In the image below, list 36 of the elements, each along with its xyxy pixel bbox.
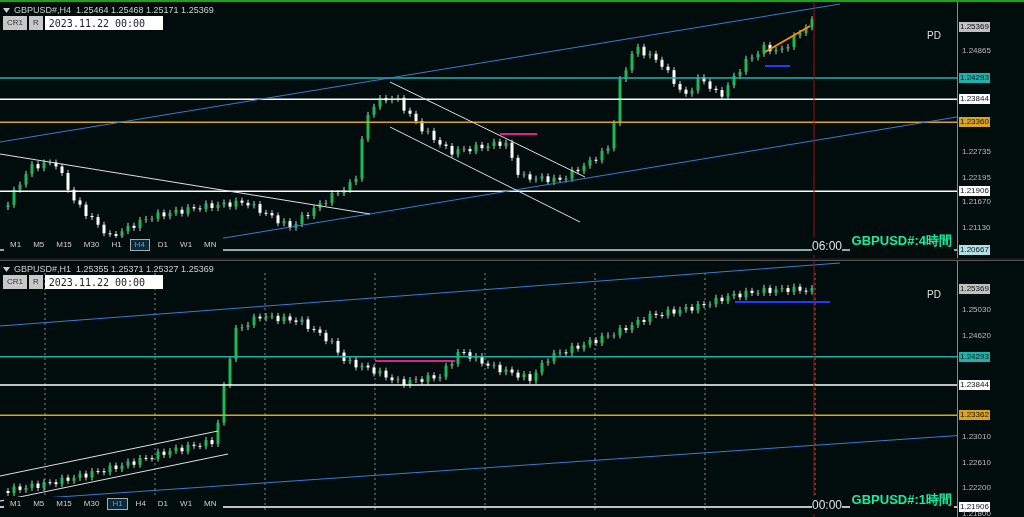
chart-header: GBPUSD#,H1 1.25355 1.25371 1.25327 1.25369 (14, 263, 214, 276)
indicator-label: PD (927, 29, 941, 43)
price-tag: 1.23362 (959, 410, 990, 421)
price-tag: 1.23844 (959, 380, 990, 390)
chart-button[interactable]: CR1 (3, 16, 27, 30)
timeframe-button[interactable]: H1 (107, 498, 128, 510)
price-tag: 1.21906 (959, 186, 990, 197)
symbol-label: GBPUSD#:4時間 (849, 231, 954, 251)
price-tag: 1.24293 (959, 73, 990, 84)
price-tick: 1.23010 (962, 432, 991, 443)
price-tick: 1.22610 (962, 457, 991, 468)
symbol-label: GBPUSD#:1時間 (849, 490, 954, 510)
chart-header: GBPUSD#,H4 1.25464 1.25468 1.25171 1.25369 (14, 4, 214, 17)
indicator-label: PD (927, 288, 941, 302)
price-tag: 1.23844 (959, 94, 990, 105)
chart-button[interactable]: CR1 (3, 275, 27, 289)
price-tick: 1.24620 (962, 331, 991, 342)
chart-button[interactable]: R (29, 275, 43, 289)
time-label: 00:00 (812, 496, 843, 514)
price-tag: 1.25369 (959, 22, 990, 32)
price-tag: 1.24293 (959, 351, 990, 362)
price-tag: 1.20667 (959, 245, 990, 255)
price-tick: 1.22195 (962, 172, 991, 183)
price-tick: 1.24865 (962, 45, 991, 56)
timeframe-button[interactable]: H4 (129, 239, 150, 251)
date-input[interactable]: 2023.11.22 00:00 (44, 16, 163, 30)
price-tick: 1.21130 (962, 223, 991, 234)
price-tick: 1.25030 (962, 305, 991, 316)
price-tick: 1.21670 (962, 197, 991, 208)
date-input[interactable]: 2023.11.22 00:00 (44, 275, 163, 289)
price-tick: 1.22200 (962, 483, 991, 494)
price-tick: 1.22735 (962, 146, 991, 157)
price-tag: 1.25369 (959, 284, 990, 294)
time-label: 06:00 (812, 237, 843, 255)
chart-button[interactable]: R (29, 16, 43, 30)
price-tag: 1.23360 (959, 117, 990, 128)
